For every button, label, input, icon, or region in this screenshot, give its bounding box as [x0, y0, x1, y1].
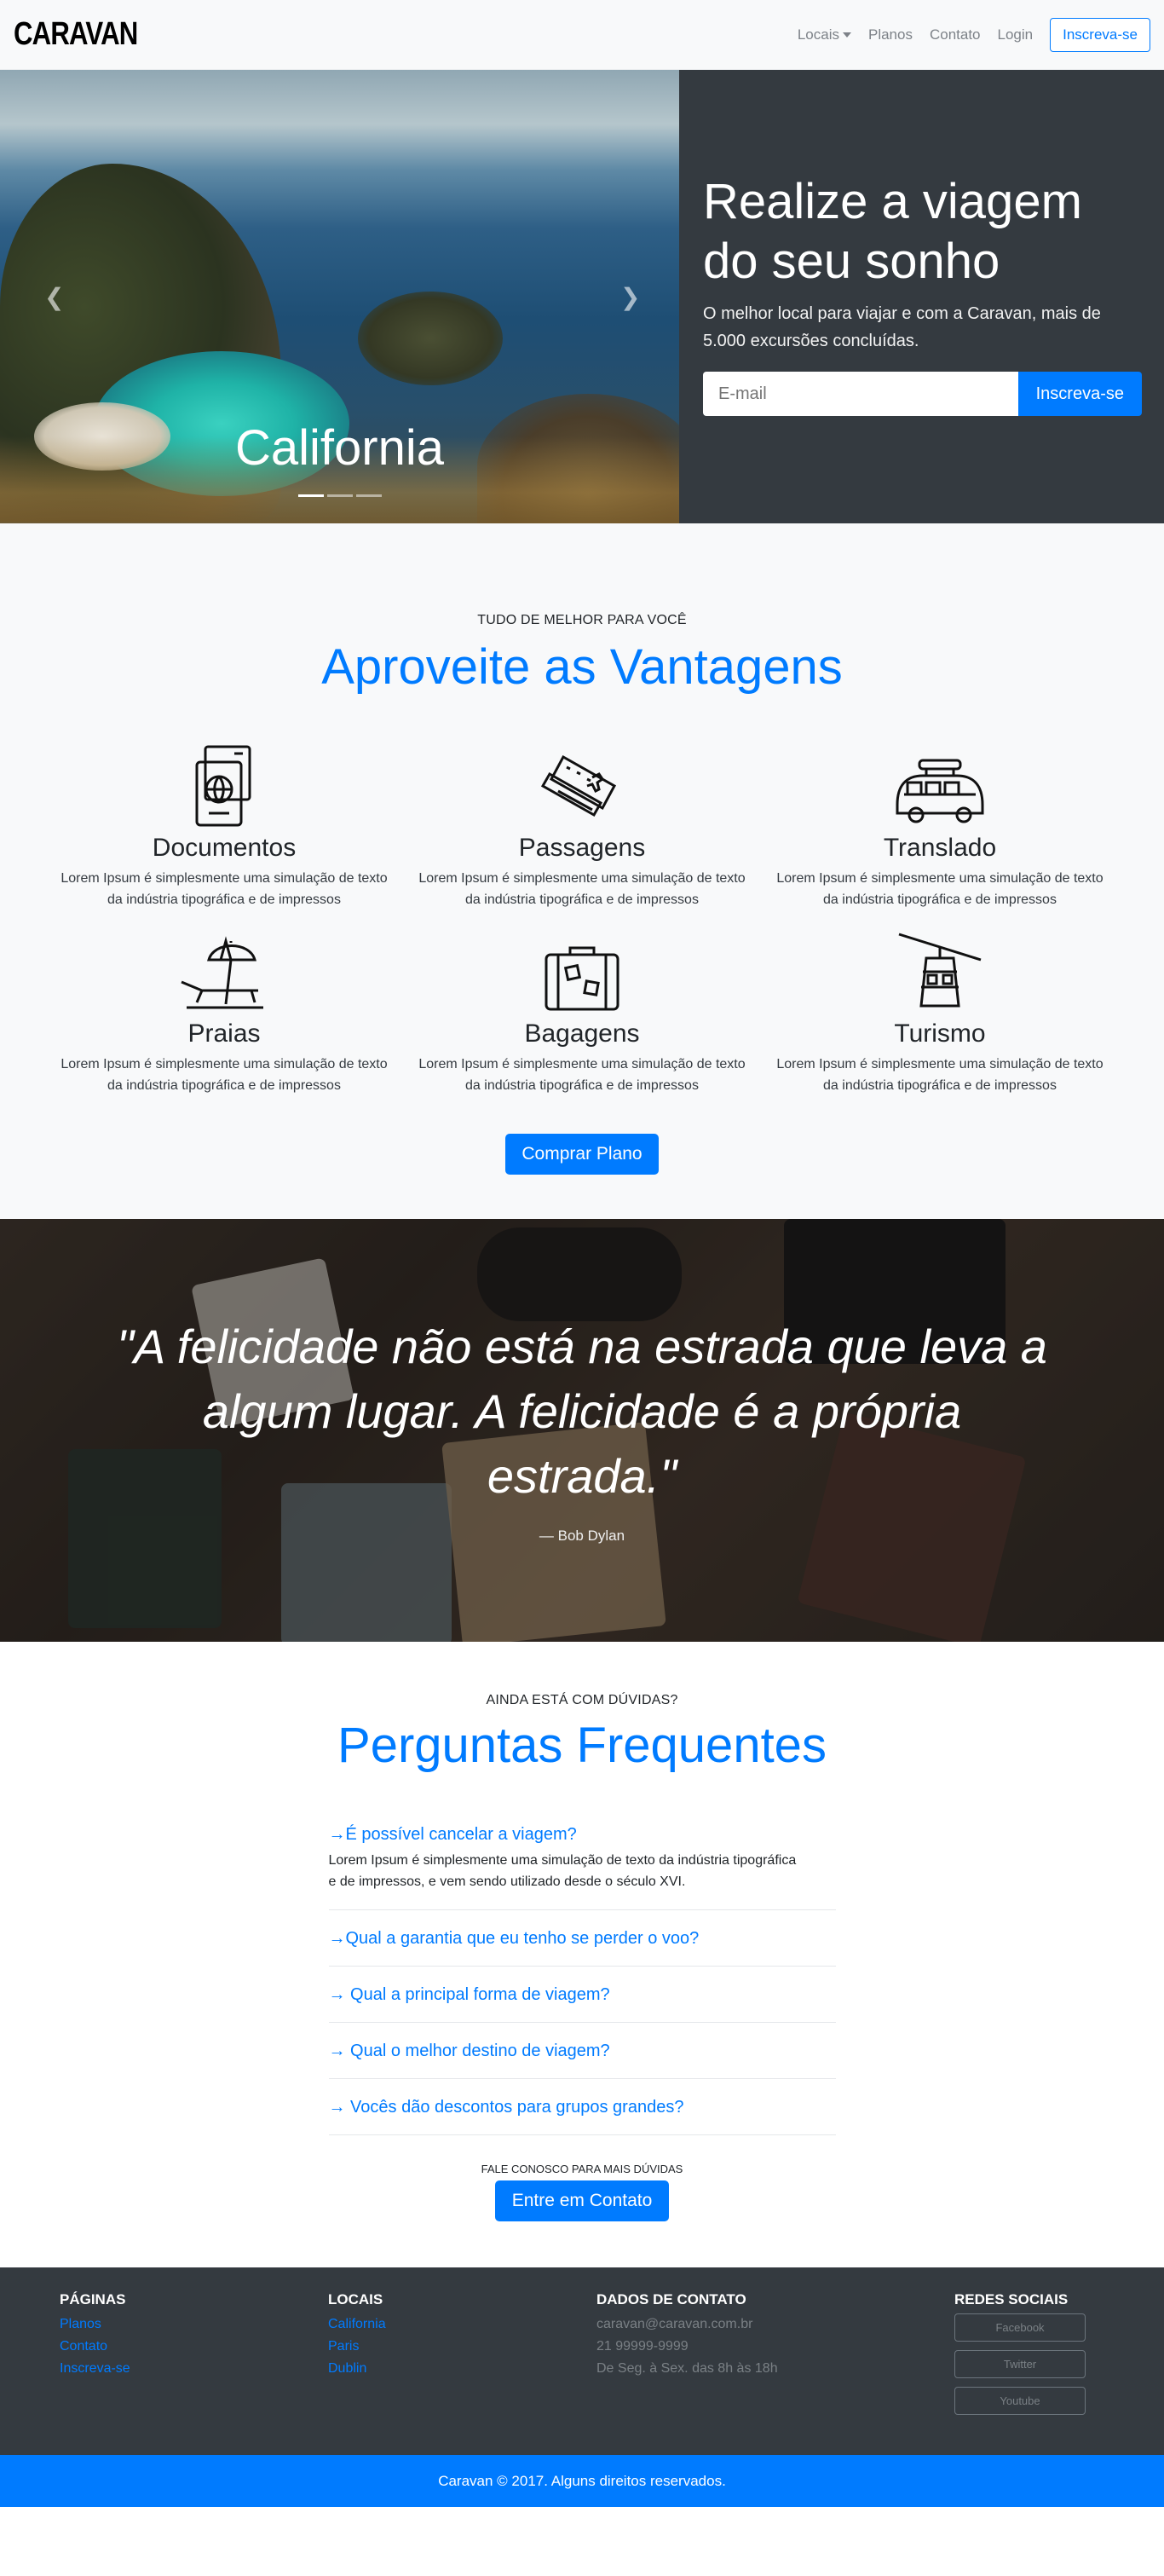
faq-section: Ainda está com dúvidas? Perguntas Freque… [0, 1642, 1164, 2267]
faq-item: →Qual a garantia que eu tenho se perder … [328, 1910, 836, 1967]
faq-question[interactable]: → Vocês dão descontos para grupos grande… [329, 2098, 836, 2117]
email-input[interactable] [703, 372, 1018, 416]
ticket-icon [403, 738, 761, 830]
hero-subtitle: O melhor local para viajar e com a Carav… [703, 304, 1101, 350]
caret-down-icon [842, 32, 851, 38]
hero-signup-panel: Realize a viagem do seu sonho O melhor l… [679, 70, 1164, 523]
carousel-indicator[interactable] [297, 494, 324, 497]
nav-dropdown-locais[interactable]: Locais [798, 26, 851, 43]
nav-link-planos[interactable]: Planos [868, 26, 913, 43]
hero-signup-button[interactable]: Inscreva-se [1017, 372, 1142, 416]
footer-link-dublin[interactable]: Dublin [328, 2358, 386, 2380]
feature-text: Lorem Ipsum é simplesmente uma simulação… [61, 1057, 388, 1093]
carousel-prev-icon[interactable]: ❮ [44, 283, 64, 311]
features-title: Aproveite as Vantagens [321, 639, 843, 695]
facebook-button[interactable]: Facebook [954, 2313, 1086, 2342]
feature-title: Documentos [152, 834, 297, 862]
faq-item: → Qual a principal forma de viagem? [328, 1967, 836, 2023]
nav-signup-button[interactable]: Inscreva-se [1050, 17, 1150, 52]
nav-link-contato[interactable]: Contato [930, 26, 981, 43]
faq-question[interactable]: → Qual a principal forma de viagem? [329, 1985, 836, 2005]
feature-title: Translado [883, 834, 997, 862]
carousel-indicators [0, 494, 679, 497]
footer-col-pages: Páginas Planos Contato Inscreva-se [60, 2291, 130, 2380]
suitcase-icon [403, 924, 761, 1016]
nav-locais-label: Locais [797, 26, 839, 43]
contact-button[interactable]: Entre em Contato [494, 2180, 670, 2221]
youtube-button[interactable]: Youtube [954, 2387, 1086, 2415]
feature-text: Lorem Ipsum é simplesmente uma simulação… [418, 871, 746, 907]
copyright-bar: Caravan © 2017. Alguns direitos reservad… [0, 2455, 1164, 2507]
footer-col-locais: Locais California Paris Dublin [328, 2291, 386, 2380]
faq-title: Perguntas Frequentes [337, 1718, 827, 1773]
nav-link-login[interactable]: Login [998, 26, 1034, 43]
feature-text: Lorem Ipsum é simplesmente uma simulação… [776, 1057, 1103, 1093]
footer-heading: Redes Sociais [954, 2291, 1069, 2307]
footer: Páginas Planos Contato Inscreva-se Locai… [0, 2267, 1164, 2455]
footer-email: caravan@caravan.com.br [596, 2317, 753, 2331]
faq-answer: Lorem Ipsum é simplesmente uma simulação… [328, 1853, 797, 1889]
faq-item: → Qual o melhor destino de viagem? [328, 2023, 836, 2079]
hero: ❮ ❯ California Realize a viagem do seu s… [0, 70, 1164, 523]
faq-item: → Vocês dão descontos para grupos grande… [328, 2079, 836, 2135]
hero-title: Realize a viagem do seu sonho [703, 174, 1082, 289]
twitter-button[interactable]: Twitter [954, 2350, 1086, 2378]
features-eyebrow: Tudo de melhor para você [477, 613, 687, 627]
faq-question[interactable]: →É possível cancelar a viagem? [329, 1825, 836, 1845]
feature-card: Bagagens Lorem Ipsum é simplesmente uma … [403, 924, 761, 1096]
carousel-next-icon[interactable]: ❯ [620, 283, 640, 311]
feature-title: Passagens [518, 834, 646, 862]
footer-link-contato[interactable]: Contato [60, 2336, 130, 2358]
feature-text: Lorem Ipsum é simplesmente uma simulação… [418, 1057, 746, 1093]
feature-text: Lorem Ipsum é simplesmente uma simulação… [776, 871, 1103, 907]
footer-phone: 21 99999-9999 [596, 2339, 689, 2354]
footer-heading: Locais [328, 2291, 383, 2307]
feature-title: Praias [187, 1019, 261, 1048]
footer-link-paris[interactable]: Paris [328, 2336, 386, 2358]
feature-title: Turismo [894, 1019, 986, 1048]
feature-card: Praias Lorem Ipsum é simplesmente uma si… [45, 924, 403, 1096]
carousel: ❮ ❯ California [0, 70, 679, 523]
cable-car-icon [761, 924, 1119, 1016]
brand-logo[interactable]: CARAVAN [14, 16, 138, 53]
feature-card: Passagens Lorem Ipsum é simplesmente uma… [403, 738, 761, 910]
footer-col-contact: Dados de Contato caravan@caravan.com.br … [596, 2291, 778, 2380]
faq-item: →É possível cancelar a viagem? Lorem Ips… [328, 1825, 836, 1910]
quote-author: — Bob Dylan [539, 1528, 625, 1544]
van-icon [761, 738, 1119, 830]
feature-card: Turismo Lorem Ipsum é simplesmente uma s… [761, 924, 1119, 1096]
footer-heading: Dados de Contato [596, 2291, 746, 2307]
faq-question[interactable]: → Qual o melhor destino de viagem? [329, 2042, 836, 2061]
beach-chair-icon [45, 924, 403, 1016]
feature-title: Bagagens [524, 1019, 640, 1048]
carousel-indicator[interactable] [326, 494, 353, 497]
nav-links: Locais Planos Contato Login Inscreva-se [798, 17, 1150, 52]
carousel-indicator[interactable] [355, 494, 382, 497]
footer-link-california[interactable]: California [328, 2313, 386, 2336]
footer-heading: Páginas [60, 2291, 126, 2307]
signup-form: Inscreva-se [703, 372, 1142, 416]
quote-section: "A felicidade não está na estrada que le… [0, 1219, 1164, 1642]
navbar: CARAVAN Locais Planos Contato Login Insc… [0, 0, 1164, 70]
footer-link-planos[interactable]: Planos [60, 2313, 130, 2336]
carousel-caption: California [235, 420, 444, 476]
buy-plan-button[interactable]: Comprar Plano [505, 1134, 659, 1175]
footer-link-signup[interactable]: Inscreva-se [60, 2358, 130, 2380]
faq-eyebrow: Ainda está com dúvidas? [486, 1693, 678, 1707]
feature-text: Lorem Ipsum é simplesmente uma simulação… [61, 871, 388, 907]
footer-col-social: Redes Sociais Facebook Twitter Youtube [954, 2291, 1086, 2423]
feature-card: Documentos Lorem Ipsum é simplesmente um… [45, 738, 403, 910]
features-grid: Documentos Lorem Ipsum é simplesmente um… [0, 738, 1164, 1096]
faq-list: →É possível cancelar a viagem? Lorem Ips… [328, 1825, 836, 2135]
faq-contact-label: Fale conosco para mais dúvidas [481, 2163, 683, 2175]
feature-card: Translado Lorem Ipsum é simplesmente uma… [761, 738, 1119, 910]
features-section: Tudo de melhor para você Aproveite as Va… [0, 523, 1164, 1219]
passport-icon [45, 738, 403, 830]
carousel-image-rock [358, 292, 503, 385]
faq-question[interactable]: →Qual a garantia que eu tenho se perder … [329, 1929, 836, 1949]
footer-hours: De Seg. à Sex. das 8h às 18h [596, 2361, 778, 2376]
quote-text: "A felicidade não está na estrada que le… [117, 1320, 1047, 1503]
